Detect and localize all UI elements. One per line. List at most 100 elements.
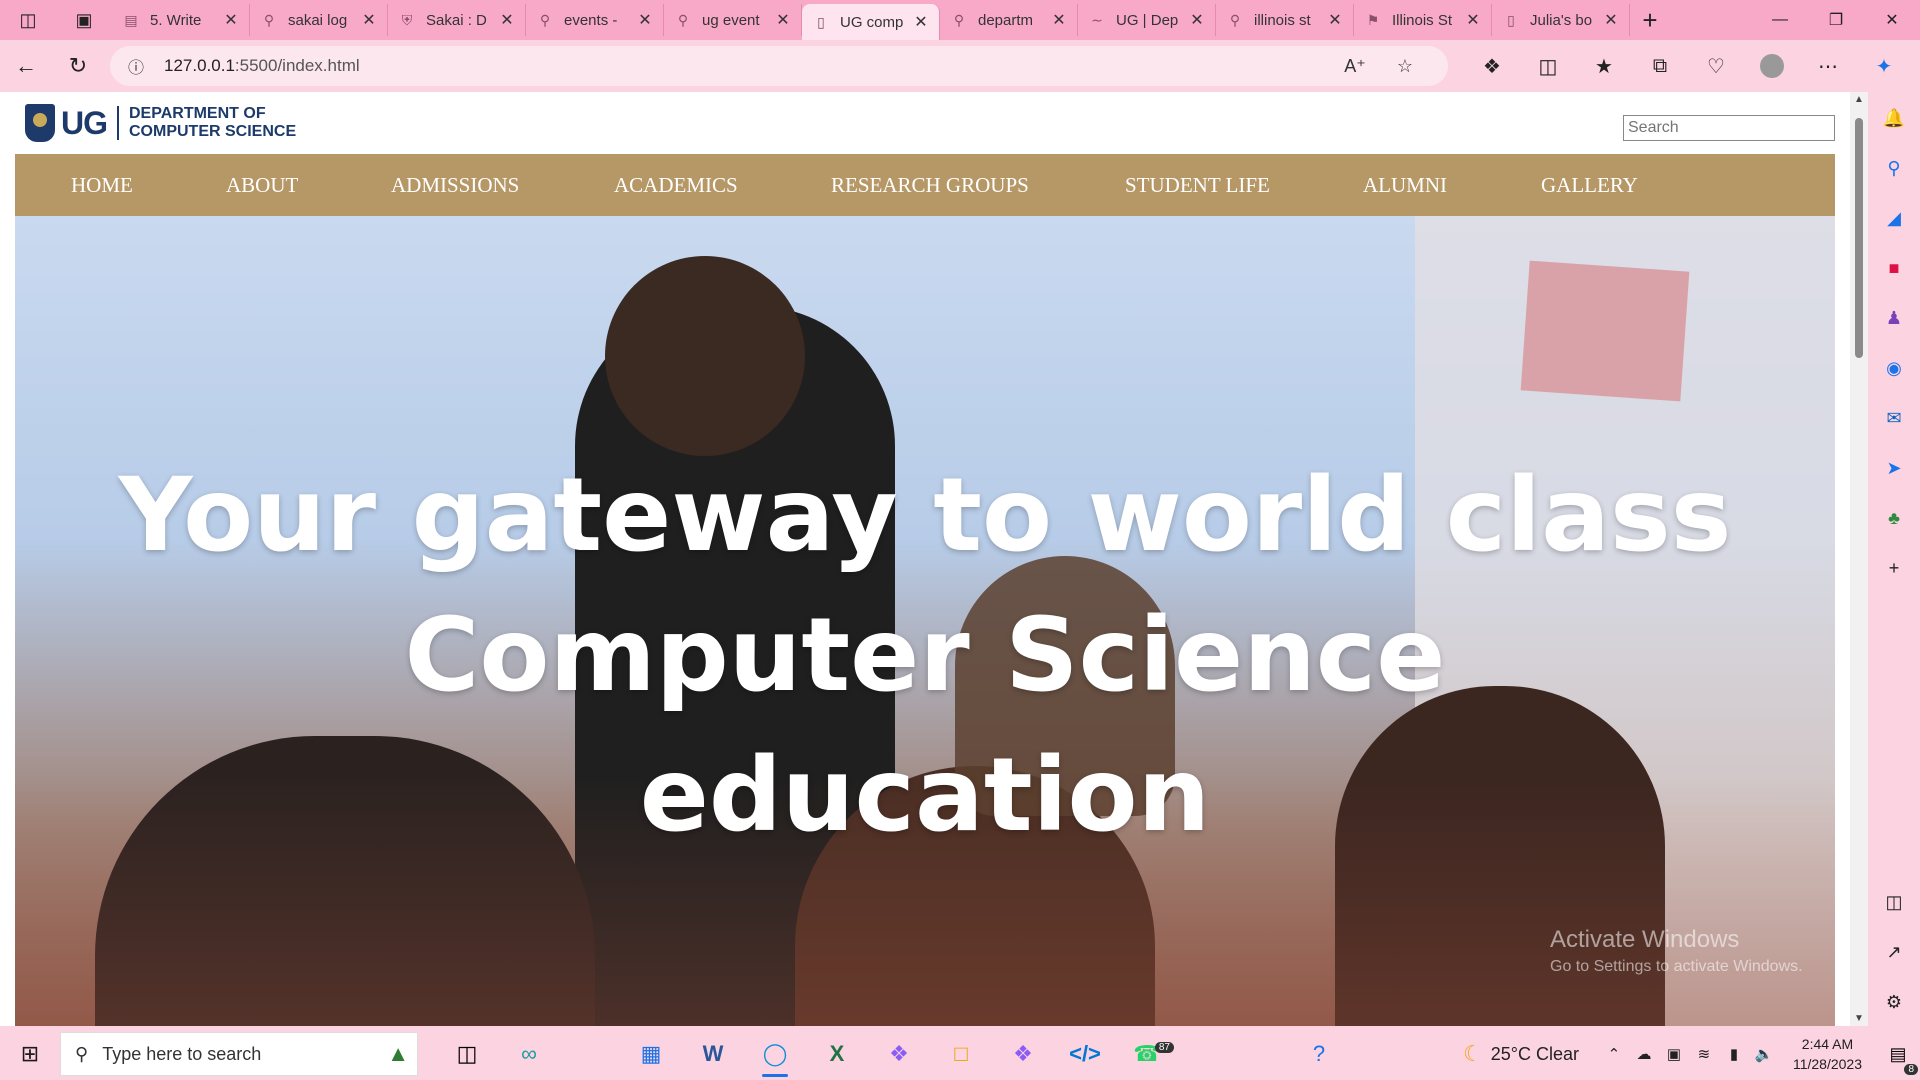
browser-tab[interactable]: ⚲ events - ✕ xyxy=(526,4,664,36)
nav-gallery[interactable]: GALLERY xyxy=(1541,154,1638,216)
vscode-icon[interactable]: </> xyxy=(1054,1028,1116,1080)
browser-tab[interactable]: ⚲ illinois st ✕ xyxy=(1216,4,1354,36)
browser-tab[interactable]: ∼ UG | Dep ✕ xyxy=(1078,4,1216,36)
tab-close-icon[interactable]: ✕ xyxy=(361,10,377,30)
tab-close-icon[interactable]: ✕ xyxy=(1189,10,1205,30)
scroll-up-icon[interactable]: ▲ xyxy=(1850,94,1868,105)
windows-start-icon[interactable]: ⊞ xyxy=(0,1028,60,1080)
holiday-tree-icon: ▲ xyxy=(387,1041,409,1066)
browser-tab[interactable]: ⚲ sakai log ✕ xyxy=(250,4,388,36)
tab-close-icon[interactable]: ✕ xyxy=(223,10,239,30)
games-icon[interactable]: ♟ xyxy=(1868,298,1920,338)
back-icon[interactable]: ← xyxy=(0,44,52,88)
m365-app-icon[interactable]: ❖ xyxy=(992,1028,1054,1080)
search-icon: ⚲ xyxy=(1229,11,1241,28)
profile-avatar[interactable] xyxy=(1744,44,1800,88)
copilot-taskbar-icon[interactable]: ∞ xyxy=(498,1028,560,1080)
workspaces-icon[interactable]: ◫ xyxy=(0,0,56,40)
whatsapp-icon[interactable]: ☎ 87 xyxy=(1116,1028,1178,1080)
page-scrollbar[interactable]: ▲ ▼ xyxy=(1850,92,1868,1026)
nav-academics[interactable]: ACADEMICS xyxy=(614,154,738,216)
nav-alumni[interactable]: ALUMNI xyxy=(1363,154,1447,216)
tab-close-icon[interactable]: ✕ xyxy=(913,12,929,32)
m365-icon[interactable]: ◉ xyxy=(1868,348,1920,388)
wifi-icon[interactable]: ≋ xyxy=(1689,1045,1719,1063)
notification-center-icon[interactable]: ▤ 8 xyxy=(1876,1044,1920,1075)
nav-about[interactable]: ABOUT xyxy=(226,154,298,216)
shopping-tag-icon[interactable]: ◢ xyxy=(1868,198,1920,238)
minimize-icon[interactable]: — xyxy=(1752,0,1808,40)
address-bar[interactable]: ⓘ 127.0.0.1:5500/index.html A⁺ ☆ xyxy=(110,46,1448,86)
taskbar-clock[interactable]: 2:44 AM 11/28/2023 xyxy=(1793,1034,1862,1074)
refresh-icon[interactable]: ↻ xyxy=(52,44,104,88)
tab-close-icon[interactable]: ✕ xyxy=(637,10,653,30)
notifications-bell-icon[interactable]: 🔔 xyxy=(1868,98,1920,138)
performance-icon[interactable]: ♡ xyxy=(1688,44,1744,88)
hide-sidebar-icon[interactable]: ◫ xyxy=(1868,882,1920,922)
restore-icon[interactable]: ❐ xyxy=(1808,0,1864,40)
site-logo[interactable]: UG DEPARTMENT OF COMPUTER SCIENCE xyxy=(25,104,296,142)
tab-list: ▤ 5. Write ✕ ⚲ sakai log ✕ ⛨ Sakai : D ✕ ⚲ events … xyxy=(112,0,1630,40)
task-view-icon[interactable]: ◫ xyxy=(436,1028,498,1080)
tab-close-icon[interactable]: ✕ xyxy=(499,10,515,30)
browser-tab[interactable]: ⚲ ug event ✕ xyxy=(664,4,802,36)
edge-icon[interactable]: ◯ xyxy=(744,1028,806,1080)
browser-tab[interactable]: ▯ UG comp ✕ xyxy=(802,4,940,40)
browser-tab[interactable]: ⛨ Sakai : D ✕ xyxy=(388,4,526,36)
nav-home[interactable]: HOME xyxy=(71,154,133,216)
more-options-icon[interactable]: ⋯ xyxy=(1800,44,1856,88)
scrollbar-thumb[interactable] xyxy=(1855,118,1863,358)
tab-close-icon[interactable]: ✕ xyxy=(775,10,791,30)
browser-tab[interactable]: ▤ 5. Write ✕ xyxy=(112,4,250,36)
site-search-input[interactable] xyxy=(1623,115,1835,141)
split-screen-icon[interactable]: ◫ xyxy=(1520,44,1576,88)
site-info-icon[interactable]: ⓘ xyxy=(128,54,164,78)
word-icon[interactable]: W xyxy=(682,1028,744,1080)
extensions-icon[interactable]: ❖ xyxy=(1464,44,1520,88)
add-sidebar-app-icon[interactable]: + xyxy=(1868,548,1920,588)
tab-label: Sakai : D xyxy=(426,11,487,29)
store-icon[interactable]: ▦ xyxy=(620,1028,682,1080)
tab-label: Illinois St xyxy=(1392,11,1453,29)
camera-icon[interactable]: ▣ xyxy=(1659,1045,1689,1063)
onedrive-icon[interactable]: ☁ xyxy=(1629,1045,1659,1063)
weather-text[interactable]: 25°C Clear xyxy=(1491,1044,1579,1065)
read-aloud-icon[interactable]: A⁺ xyxy=(1330,56,1380,77)
tab-close-icon[interactable]: ✕ xyxy=(1327,10,1343,30)
nav-admissions[interactable]: ADMISSIONS xyxy=(391,154,519,216)
favorite-star-icon[interactable]: ☆ xyxy=(1380,56,1430,77)
new-tab-button[interactable]: + xyxy=(1630,5,1670,36)
url-text[interactable]: 127.0.0.1:5500/index.html xyxy=(164,56,1330,76)
tab-actions-icon[interactable]: ▣ xyxy=(56,0,112,40)
taskbar-search-box[interactable]: ⚲ Type here to search ▲ xyxy=(60,1032,418,1076)
hero-line-3: education xyxy=(639,736,1211,855)
volume-icon[interactable]: 🔈 xyxy=(1749,1045,1779,1063)
sidebar-settings-icon[interactable]: ⚙ xyxy=(1868,982,1920,1022)
tools-briefcase-icon[interactable]: ■ xyxy=(1868,248,1920,288)
show-hidden-icons-icon[interactable]: ⌃ xyxy=(1599,1045,1629,1063)
outlook-icon[interactable]: ✉ xyxy=(1868,398,1920,438)
file-explorer-icon[interactable]: □ xyxy=(930,1028,992,1080)
sidebar-search-icon[interactable]: ⚲ xyxy=(1868,148,1920,188)
tab-close-icon[interactable]: ✕ xyxy=(1465,10,1481,30)
scroll-down-icon[interactable]: ▼ xyxy=(1850,1013,1868,1024)
tree-icon[interactable]: ♣ xyxy=(1868,498,1920,538)
excel-icon[interactable]: X xyxy=(806,1028,868,1080)
tab-close-icon[interactable]: ✕ xyxy=(1051,10,1067,30)
nav-research-groups[interactable]: RESEARCH GROUPS xyxy=(831,154,1029,216)
copilot-app-icon[interactable]: ❖ xyxy=(868,1028,930,1080)
copilot-icon[interactable]: ✦ xyxy=(1856,44,1912,88)
nav-student-life[interactable]: STUDENT LIFE xyxy=(1125,154,1270,216)
help-icon[interactable]: ? xyxy=(1288,1028,1350,1080)
collections-icon[interactable]: ⧉ xyxy=(1632,44,1688,88)
browser-tab[interactable]: ▯ Julia's bo ✕ xyxy=(1492,4,1630,36)
browser-tab[interactable]: ⚲ departm ✕ xyxy=(940,4,1078,36)
close-window-icon[interactable]: ✕ xyxy=(1864,0,1920,40)
open-external-icon[interactable]: ↗ xyxy=(1868,932,1920,972)
tab-close-icon[interactable]: ✕ xyxy=(1603,10,1619,30)
browser-tab[interactable]: ⚑ Illinois St ✕ xyxy=(1354,4,1492,36)
send-icon[interactable]: ➤ xyxy=(1868,448,1920,488)
tab-label: 5. Write xyxy=(150,11,202,29)
battery-icon[interactable]: ▮ xyxy=(1719,1045,1749,1063)
favorites-icon[interactable]: ★ xyxy=(1576,44,1632,88)
